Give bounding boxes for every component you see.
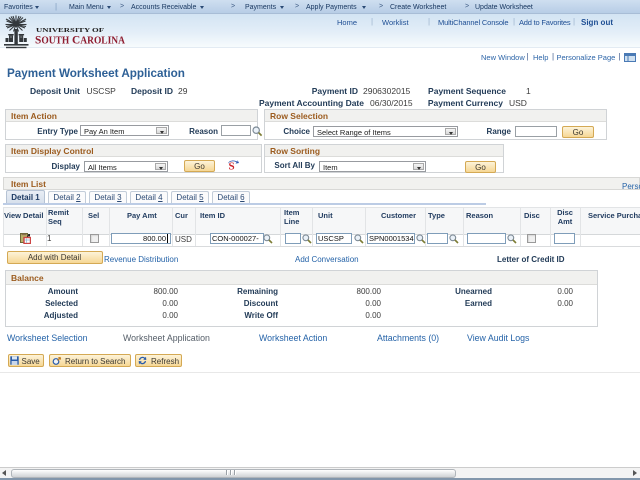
svg-text:SOUTH CAROLINA: SOUTH CAROLINA <box>35 33 126 47</box>
